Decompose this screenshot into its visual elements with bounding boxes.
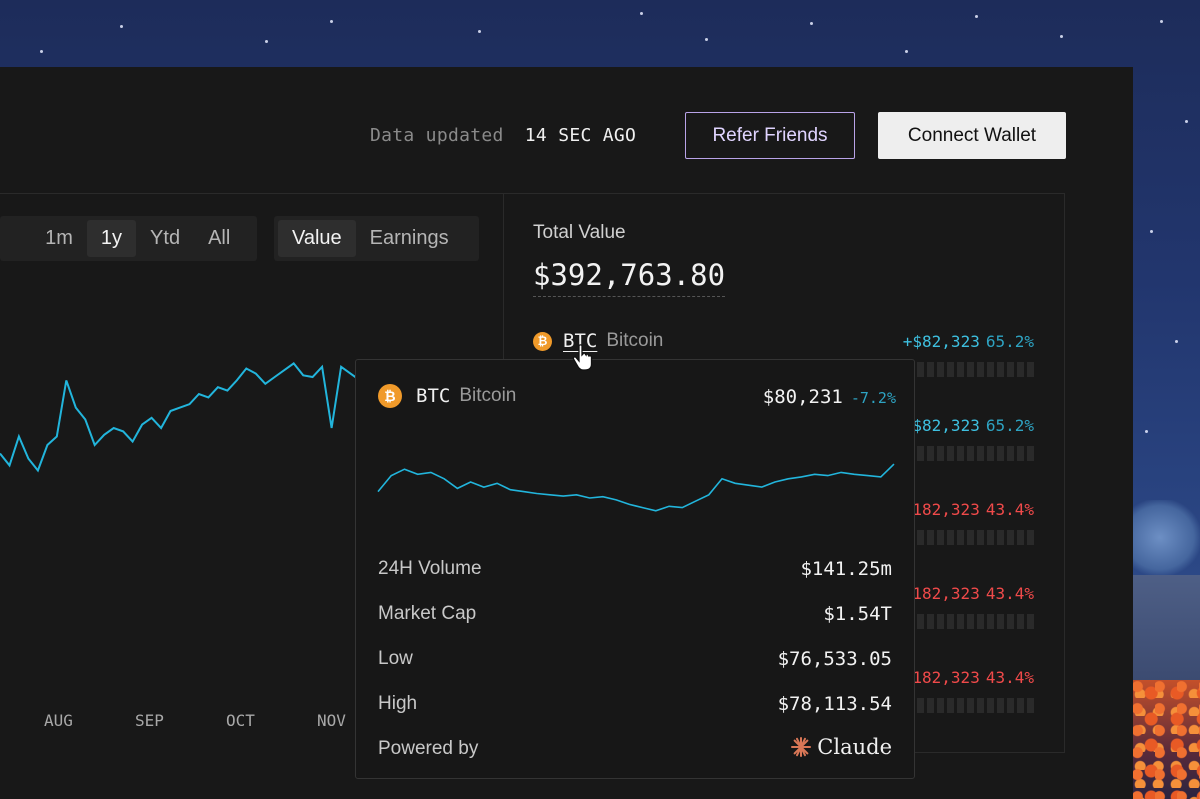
x-tick-label: NOV xyxy=(317,711,346,730)
stat-label: Low xyxy=(378,648,413,669)
metric-tab-earnings[interactable]: Earnings xyxy=(356,220,463,257)
asset-change: +$82,323 65.2% xyxy=(902,332,1034,351)
connect-wallet-button[interactable]: Connect Wallet xyxy=(878,112,1066,159)
powered-by-label: Powered by xyxy=(378,738,479,759)
stat-value: $141.25m xyxy=(800,558,892,580)
status-label: Data updated xyxy=(370,125,504,146)
bitcoin-icon: ₿ xyxy=(378,384,402,408)
metric-selector: Value Earnings xyxy=(274,216,479,261)
stat-value: $78,113.54 xyxy=(777,693,892,715)
range-tab-all[interactable]: All xyxy=(194,220,244,257)
metric-tab-value[interactable]: Value xyxy=(278,220,356,257)
range-tab-1m[interactable]: 1m xyxy=(31,220,87,257)
range-selector: 0 1m 1y Ytd All xyxy=(0,216,257,261)
x-tick-label: AUG xyxy=(44,711,73,730)
claude-spark-icon xyxy=(791,737,812,757)
tooltip-name: Bitcoin xyxy=(459,385,517,406)
range-tab-ytd[interactable]: Ytd xyxy=(136,220,194,257)
tooltip-symbol: BTC xyxy=(416,385,451,407)
tooltip-pct: -7.2% xyxy=(850,389,896,407)
stat-label: 24H Volume xyxy=(378,558,482,579)
stat-row: Low $76,533.05 xyxy=(378,648,892,670)
bitcoin-icon: ₿ xyxy=(533,331,552,351)
hand-pointer-cursor-icon xyxy=(572,344,593,371)
tooltip-price: $80,231 -7.2% xyxy=(762,386,896,408)
asset-name: Bitcoin xyxy=(606,330,664,351)
divider xyxy=(1064,193,1065,753)
stat-row: Market Cap $1.54T xyxy=(378,603,892,625)
stat-label: Market Cap xyxy=(378,603,477,624)
total-value-label: Total Value xyxy=(533,222,626,243)
asset-tooltip: ₿ BTC Bitcoin $80,231 -7.2% 24H Volume $1… xyxy=(355,359,915,779)
stat-label: High xyxy=(378,693,418,714)
tooltip-sparkline xyxy=(377,463,895,512)
x-tick-label: OCT xyxy=(226,711,255,730)
stat-row: 24H Volume $141.25m xyxy=(378,558,892,580)
range-tab-1y[interactable]: 1y xyxy=(86,220,137,257)
stat-value: $1.54T xyxy=(823,603,892,625)
asset-change: +$82,323 65.2% xyxy=(902,416,1034,435)
powered-by-row: Powered by Claude xyxy=(378,735,892,760)
claude-logo[interactable]: Claude xyxy=(791,735,892,759)
x-tick-label: SEP xyxy=(135,711,164,730)
refer-friends-button[interactable]: Refer Friends xyxy=(685,112,855,159)
series-line xyxy=(0,362,360,473)
total-value-amount[interactable]: $392,763.80 xyxy=(533,258,726,297)
sparkline-path xyxy=(377,463,895,512)
divider xyxy=(0,193,1065,194)
data-updated-status: Data updated 14 SEC AGO xyxy=(370,125,636,146)
stat-row: High $78,113.54 xyxy=(378,693,892,715)
landscape-scenery xyxy=(1133,0,1200,799)
claude-brand-text: Claude xyxy=(817,735,892,759)
portfolio-value-chart[interactable] xyxy=(0,300,360,560)
status-time: 14 SEC AGO xyxy=(524,125,637,146)
stat-value: $76,533.05 xyxy=(777,648,892,670)
